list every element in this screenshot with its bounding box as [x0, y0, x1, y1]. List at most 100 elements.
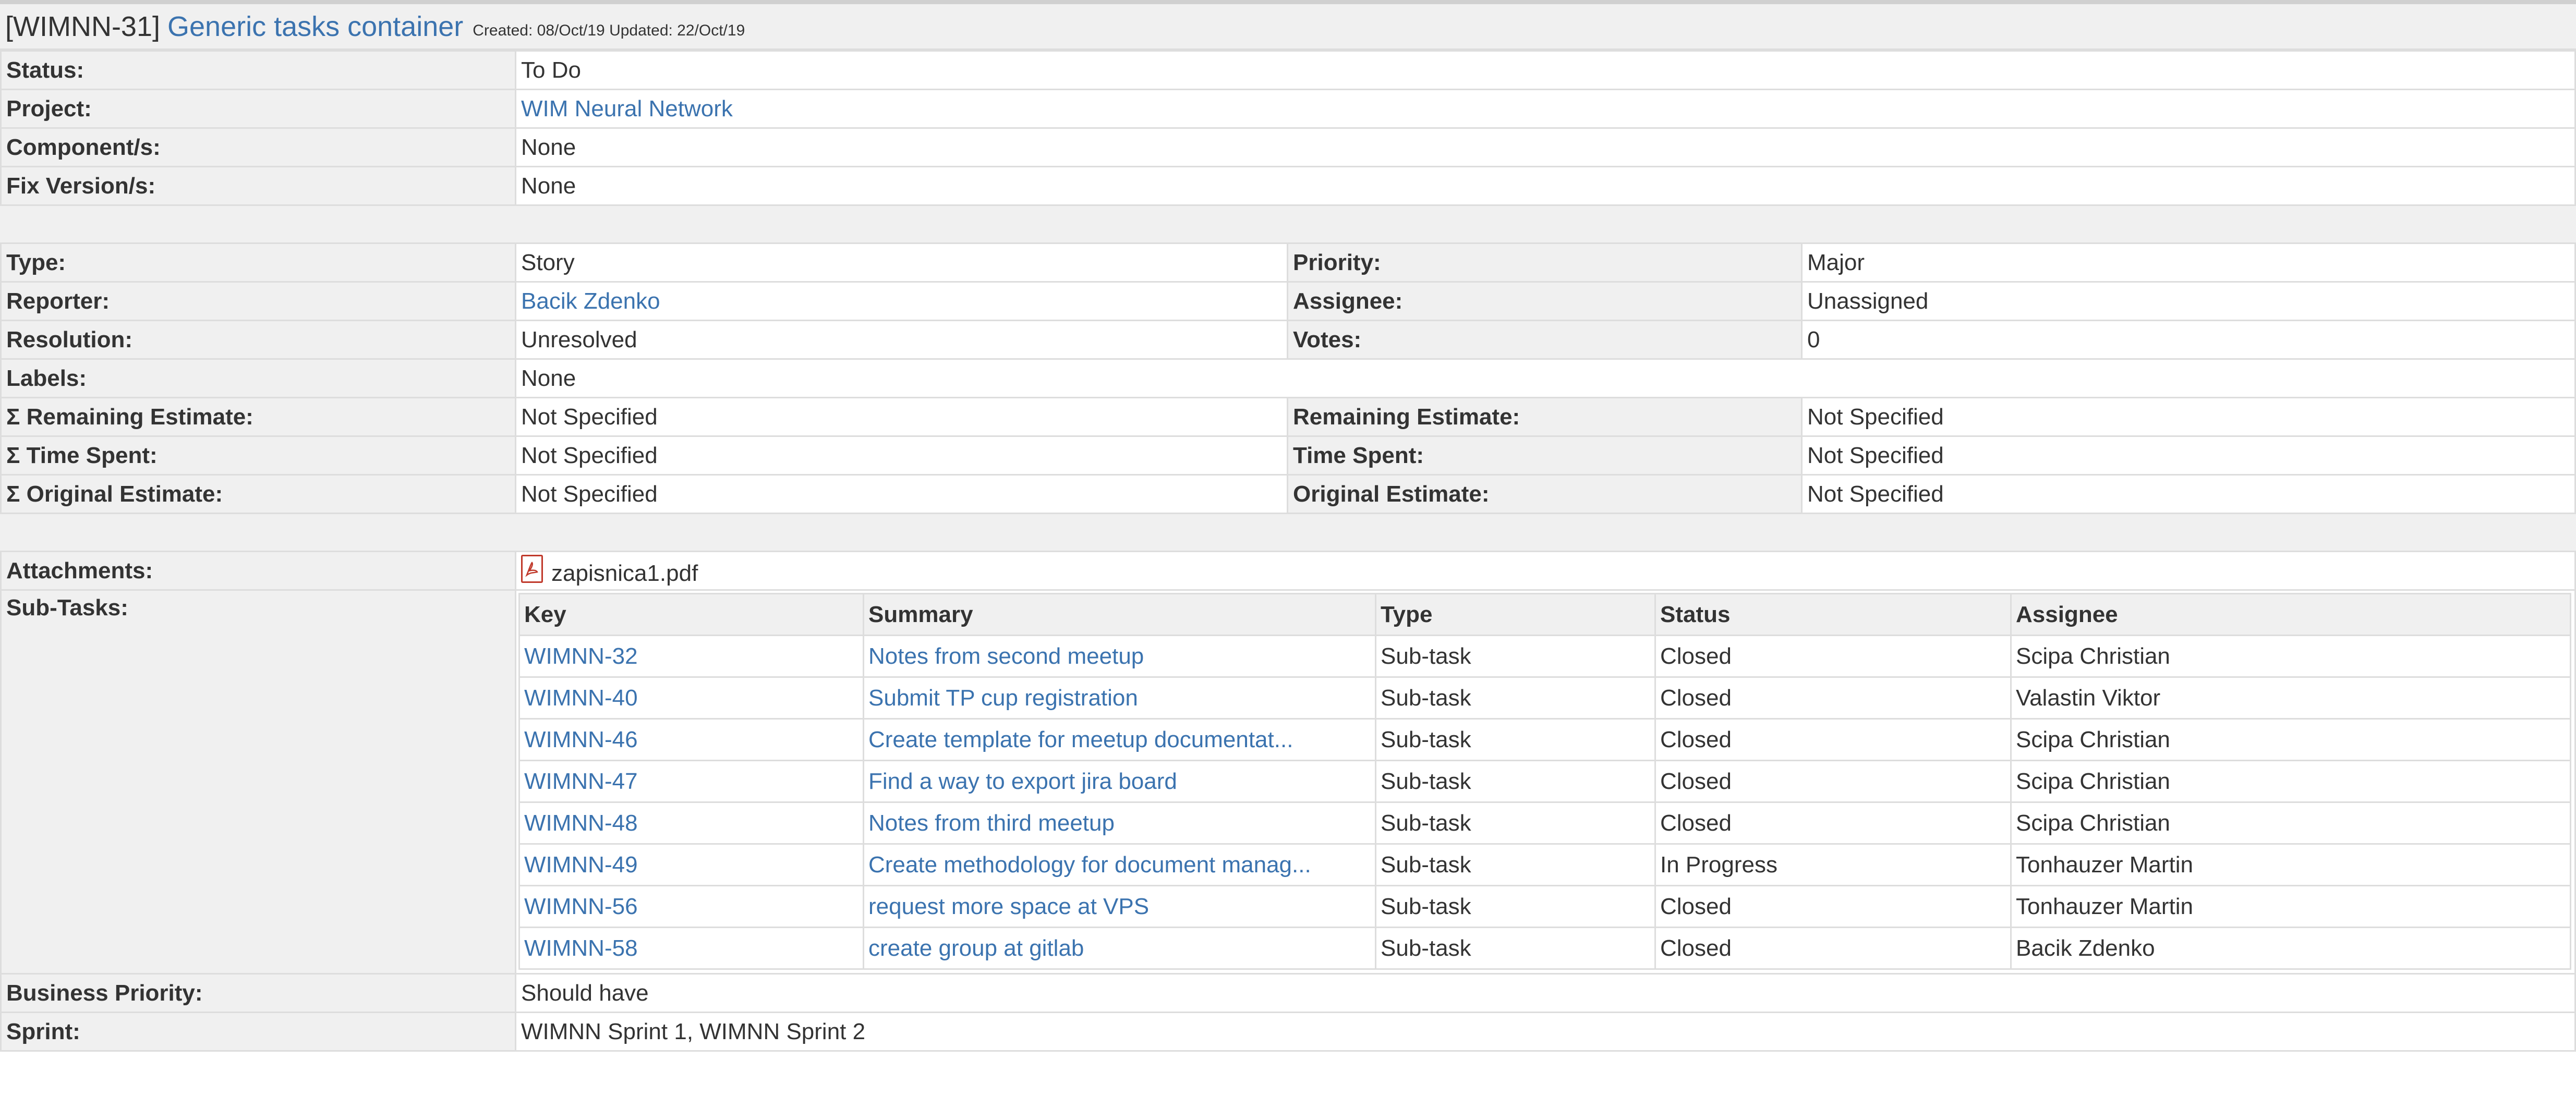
field-row-remaining-estimate: Σ Remaining Estimate: Not Specified Rema… [0, 397, 2576, 437]
subtask-summary-link[interactable]: Submit TP cup registration [863, 676, 1376, 720]
subtask-status: Closed [1654, 718, 2012, 761]
issue-page: [WIMNN-31] Generic tasks container Creat… [0, 0, 2576, 1096]
subtask-assignee: Scipa Christian [2010, 718, 2571, 761]
resolution-label: Resolution: [0, 320, 516, 360]
table-row: WIMNN-40 Submit TP cup registration Sub-… [518, 676, 2571, 720]
reporter-label: Reporter: [0, 281, 516, 321]
top-divider [0, 0, 2576, 4]
table-row: WIMNN-48 Notes from third meetup Sub-tas… [518, 801, 2571, 845]
column-header-summary: Summary [863, 593, 1376, 636]
original-estimate-label: Original Estimate: [1287, 474, 1803, 514]
extra-fields-table: Attachments: zapisnica1.pdf Sub-Tasks: K… [0, 551, 2576, 1052]
priority-value: Major [1801, 242, 2576, 283]
field-row-labels: Labels: None [0, 358, 2576, 398]
business-priority-value: Should have [515, 973, 2576, 1013]
subtask-assignee: Valastin Viktor [2010, 676, 2571, 720]
field-row-project: Project: WIM Neural Network [0, 89, 2576, 129]
field-row-status: Status: To Do [0, 50, 2576, 90]
subtask-key-link[interactable]: WIMNN-56 [518, 885, 864, 928]
issue-key: [WIMNN-31] [5, 10, 160, 42]
subtask-status: Closed [1654, 676, 2012, 720]
subtask-status: Closed [1654, 801, 2012, 845]
table-row: WIMNN-46 Create template for meetup docu… [518, 718, 2571, 761]
subtask-key-link[interactable]: WIMNN-46 [518, 718, 864, 761]
subtask-type: Sub-task [1375, 635, 1656, 678]
subtask-summary-link[interactable]: Notes from third meetup [863, 801, 1376, 845]
subtask-summary-link[interactable]: Create methodology for document manag... [863, 843, 1376, 886]
subtask-type: Sub-task [1375, 843, 1656, 886]
attachment-filename[interactable]: zapisnica1.pdf [551, 561, 698, 586]
issue-title-link[interactable]: Generic tasks container [167, 10, 463, 43]
subtask-type: Sub-task [1375, 676, 1656, 720]
subtask-type: Sub-task [1375, 801, 1656, 845]
table-row: WIMNN-47 Find a way to export jira board… [518, 760, 2571, 803]
table-row: WIMNN-49 Create methodology for document… [518, 843, 2571, 886]
reporter-link[interactable]: Bacik Zdenko [521, 288, 660, 314]
subtask-summary-link[interactable]: request more space at VPS [863, 885, 1376, 928]
subtasks-header-row: Key Summary Type Status Assignee [518, 593, 2571, 636]
column-header-status: Status [1654, 593, 2012, 636]
project-label: Project: [0, 89, 516, 129]
subtask-assignee: Scipa Christian [2010, 635, 2571, 678]
subtask-key-link[interactable]: WIMNN-32 [518, 635, 864, 678]
subtask-summary-link[interactable]: Create template for meetup documentat... [863, 718, 1376, 761]
field-row-attachments: Attachments: zapisnica1.pdf [0, 551, 2576, 591]
subtask-summary-link[interactable]: create group at gitlab [863, 927, 1376, 970]
subtask-key-link[interactable]: WIMNN-47 [518, 760, 864, 803]
subtask-key-link[interactable]: WIMNN-49 [518, 843, 864, 886]
subtask-summary-link[interactable]: Find a way to export jira board [863, 760, 1376, 803]
subtask-type: Sub-task [1375, 718, 1656, 761]
table-row: WIMNN-56 request more space at VPS Sub-t… [518, 885, 2571, 928]
subtask-key-link[interactable]: WIMNN-48 [518, 801, 864, 845]
fix-versions-label: Fix Version/s: [0, 166, 516, 206]
business-priority-label: Business Priority: [0, 973, 516, 1013]
subtask-summary-link[interactable]: Notes from second meetup [863, 635, 1376, 678]
field-row-business-priority: Business Priority: Should have [0, 973, 2576, 1013]
field-row-reporter: Reporter: Bacik Zdenko Assignee: Unassig… [0, 281, 2576, 321]
table-row: WIMNN-58 create group at gitlab Sub-task… [518, 927, 2571, 970]
sprint-label: Sprint: [0, 1012, 516, 1052]
subtask-type: Sub-task [1375, 760, 1656, 803]
time-spent-label: Time Spent: [1287, 435, 1803, 476]
fix-versions-value: None [515, 166, 2576, 206]
components-label: Component/s: [0, 127, 516, 167]
sprint-value: WIMNN Sprint 1, WIMNN Sprint 2 [515, 1012, 2576, 1052]
attachment-item[interactable]: zapisnica1.pdf [515, 551, 2576, 591]
subtask-status: In Progress [1654, 843, 2012, 886]
field-row-original-estimate: Σ Original Estimate: Not Specified Origi… [0, 474, 2576, 514]
subtask-key-link[interactable]: WIMNN-58 [518, 927, 864, 970]
pdf-file-icon [521, 555, 543, 583]
project-link[interactable]: WIM Neural Network [521, 96, 733, 121]
section-spacer [0, 206, 2576, 242]
field-row-type: Type: Story Priority: Major [0, 242, 2576, 283]
subtasks-table: Key Summary Type Status Assignee WIMNN-3… [518, 593, 2571, 970]
type-label: Type: [0, 242, 516, 283]
subtask-status: Closed [1654, 760, 2012, 803]
labels-label: Labels: [0, 358, 516, 398]
subtask-assignee: Scipa Christian [2010, 760, 2571, 803]
sum-remaining-estimate-label: Σ Remaining Estimate: [0, 397, 516, 437]
sum-remaining-estimate-value: Not Specified [515, 397, 1288, 437]
votes-label: Votes: [1287, 320, 1803, 360]
subtask-assignee: Tonhauzer Martin [2010, 843, 2571, 886]
components-value: None [515, 127, 2576, 167]
sum-time-spent-value: Not Specified [515, 435, 1288, 476]
subtask-key-link[interactable]: WIMNN-40 [518, 676, 864, 720]
subtasks-container: Key Summary Type Status Assignee WIMNN-3… [515, 589, 2576, 975]
assignee-value: Unassigned [1801, 281, 2576, 321]
detail-fields-table: Type: Story Priority: Major Reporter: Ba… [0, 242, 2576, 514]
field-row-sprint: Sprint: WIMNN Sprint 1, WIMNN Sprint 2 [0, 1012, 2576, 1052]
sum-time-spent-label: Σ Time Spent: [0, 435, 516, 476]
time-spent-value: Not Specified [1801, 435, 2576, 476]
field-row-resolution: Resolution: Unresolved Votes: 0 [0, 320, 2576, 360]
subtask-assignee: Bacik Zdenko [2010, 927, 2571, 970]
priority-label: Priority: [1287, 242, 1803, 283]
column-header-type: Type [1375, 593, 1656, 636]
basic-fields-table: Status: To Do Project: WIM Neural Networ… [0, 50, 2576, 206]
field-row-time-spent: Σ Time Spent: Not Specified Time Spent: … [0, 435, 2576, 476]
subtask-assignee: Tonhauzer Martin [2010, 885, 2571, 928]
type-value: Story [515, 242, 1288, 283]
section-spacer [0, 514, 2576, 551]
subtask-status: Closed [1654, 927, 2012, 970]
original-estimate-value: Not Specified [1801, 474, 2576, 514]
